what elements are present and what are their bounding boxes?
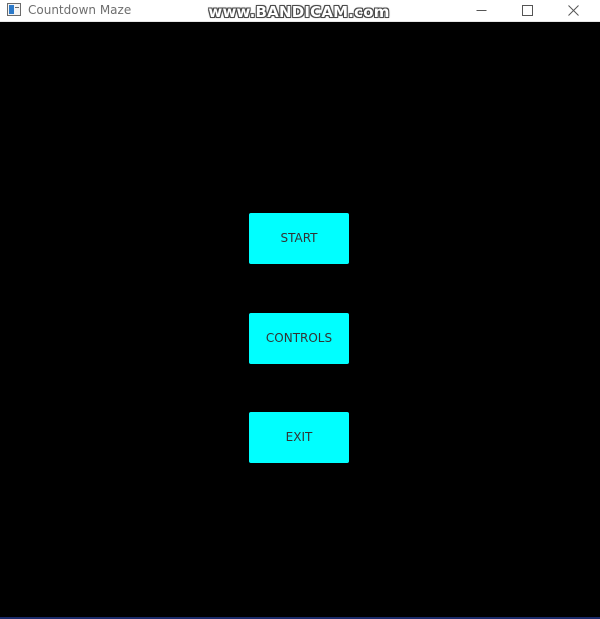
window-title: Countdown Maze [28, 3, 132, 17]
start-button[interactable]: START [249, 213, 349, 264]
game-canvas: START CONTROLS EXIT [0, 22, 600, 619]
controls-button[interactable]: CONTROLS [249, 313, 349, 364]
maximize-button[interactable] [505, 0, 551, 22]
minimize-icon [476, 10, 487, 11]
minimize-button[interactable] [459, 0, 505, 22]
close-icon [568, 5, 579, 16]
title-bar[interactable]: Countdown Maze www.BANDICAM.com [0, 0, 600, 22]
bandicam-watermark: www.BANDICAM.com [208, 3, 390, 21]
close-button[interactable] [551, 0, 597, 22]
exit-button[interactable]: EXIT [249, 412, 349, 463]
maximize-icon [522, 5, 533, 16]
app-window-icon [7, 3, 21, 16]
game-window: Countdown Maze www.BANDICAM.com START CO… [0, 0, 600, 619]
